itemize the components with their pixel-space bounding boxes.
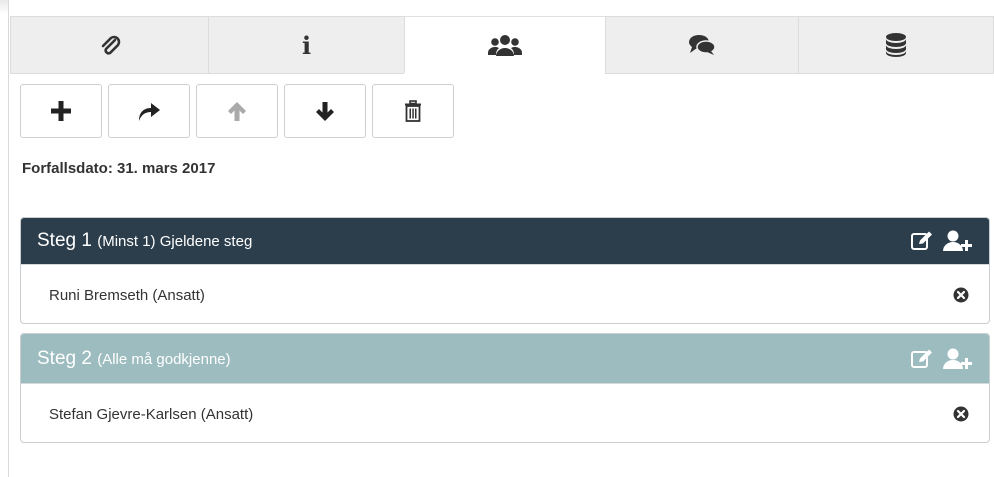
step-label: Steg 1 <box>37 230 92 251</box>
move-up-button[interactable] <box>196 84 278 138</box>
active-tab-gap <box>404 73 605 74</box>
database-icon <box>886 33 906 57</box>
toolbar <box>20 84 454 138</box>
due-date: Forfallsdato: 31. mars 2017 <box>22 160 216 177</box>
tab-database[interactable] <box>798 16 994 74</box>
tab-participants[interactable] <box>404 16 605 74</box>
delete-button[interactable] <box>372 84 454 138</box>
list-item: Runi Bremseth (Ansatt) <box>21 264 989 323</box>
remove-member-icon[interactable] <box>953 406 969 422</box>
step-actions <box>911 230 973 252</box>
add-user-icon[interactable] <box>943 230 973 252</box>
list-item: Stefan Gjevre-Karlsen (Ansatt) <box>21 383 989 442</box>
member-name: Stefan Gjevre-Karlsen (Ansatt) <box>49 405 254 423</box>
arrow-down-icon <box>316 102 334 121</box>
edit-icon[interactable] <box>911 349 933 369</box>
trash-icon <box>405 100 421 122</box>
member-name: Runi Bremseth (Ansatt) <box>49 286 205 304</box>
tab-bar: i <box>10 16 994 74</box>
tab-info[interactable]: i <box>208 16 404 74</box>
step-title: Steg 2 (Alle må godkjenne) <box>37 348 231 370</box>
step-actions <box>911 348 973 370</box>
step-card: Steg 2 (Alle må godkjenne) Stefan Gjevre… <box>20 333 990 443</box>
users-icon <box>488 34 522 56</box>
step-header: Steg 2 (Alle må godkjenne) <box>21 334 989 383</box>
plus-icon <box>51 101 71 121</box>
tab-comments[interactable] <box>605 16 798 74</box>
comments-icon <box>689 35 716 55</box>
tab-attachments[interactable] <box>10 16 208 74</box>
move-down-button[interactable] <box>284 84 366 138</box>
step-card: Steg 1 (Minst 1) Gjeldene steg Runi Brem… <box>20 217 990 324</box>
add-step-button[interactable] <box>20 84 102 138</box>
arrow-up-icon <box>228 102 246 121</box>
step-title: Steg 1 (Minst 1) Gjeldene steg <box>37 230 252 252</box>
step-subtitle: (Minst 1) Gjeldene steg <box>97 233 253 250</box>
info-icon: i <box>301 30 312 60</box>
forward-button[interactable] <box>108 84 190 138</box>
step-subtitle: (Alle må godkjenne) <box>97 350 231 368</box>
step-header: Steg 1 (Minst 1) Gjeldene steg <box>21 218 989 264</box>
paperclip-icon <box>101 35 120 55</box>
remove-member-icon[interactable] <box>953 287 969 303</box>
forward-arrow-icon <box>139 103 160 121</box>
step-label: Steg 2 <box>37 347 92 369</box>
edit-icon[interactable] <box>911 231 933 251</box>
add-user-icon[interactable] <box>943 348 973 370</box>
